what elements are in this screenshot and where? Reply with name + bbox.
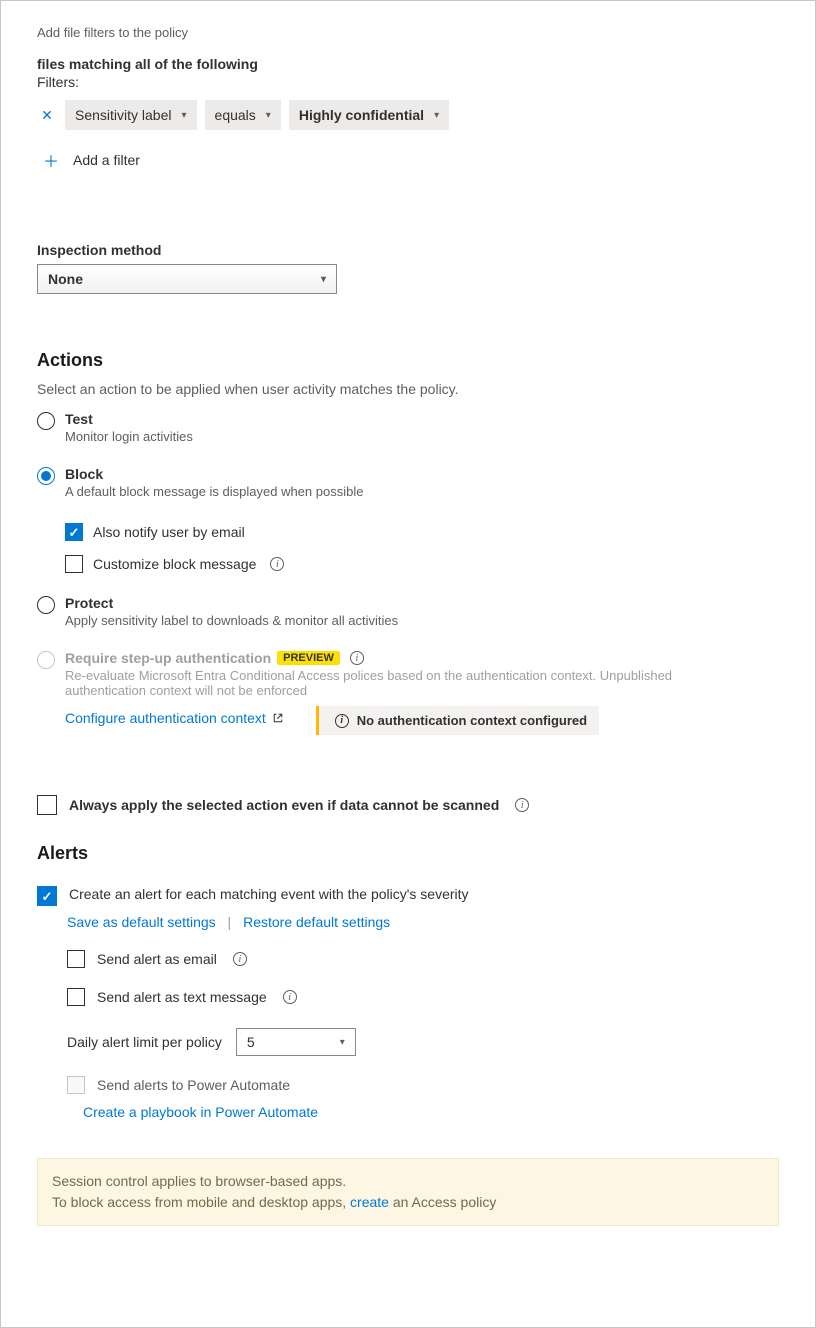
auth-context-warning: No authentication context configured [316,706,599,735]
chevron-down-icon: ▾ [321,274,326,285]
always-apply-row: Always apply the selected action even if… [37,795,779,815]
action-block-row: Block A default block message is display… [37,466,779,499]
action-test-desc: Monitor login activities [65,429,193,444]
send-text-checkbox[interactable] [67,988,85,1006]
divider: | [228,914,232,930]
filter-value-label: Highly confidential [299,107,424,123]
inspection-section: Inspection method None ▾ [37,242,779,294]
notify-email-label: Also notify user by email [93,524,245,540]
send-email-checkbox[interactable] [67,950,85,968]
alert-default-links: Save as default settings | Restore defau… [67,914,779,930]
preview-badge: PREVIEW [277,651,340,665]
notify-email-checkbox[interactable] [65,523,83,541]
actions-subtitle: Select an action to be applied when user… [37,381,779,397]
playbook-link-row: Create a playbook in Power Automate [83,1104,779,1120]
customize-message-row: Customize block message [65,555,779,573]
customize-message-label: Customize block message [93,556,256,572]
send-text-row: Send alert as text message [67,988,779,1006]
info-icon[interactable] [270,557,284,571]
alerts-heading: Alerts [37,843,779,864]
create-playbook-link[interactable]: Create a playbook in Power Automate [83,1104,318,1120]
daily-limit-select[interactable]: 5 ▾ [236,1028,356,1056]
save-default-link[interactable]: Save as default settings [67,914,216,930]
chevron-down-icon: ▾ [182,110,187,121]
external-link-icon [272,712,284,724]
filter-field-dropdown[interactable]: Sensitivity label ▾ [65,100,197,130]
action-protect-label: Protect [65,595,398,611]
remove-filter-button[interactable]: ✕ [37,105,57,125]
info-icon[interactable] [283,990,297,1004]
info-icon[interactable] [515,798,529,812]
daily-limit-label: Daily alert limit per policy [67,1034,222,1050]
daily-limit-row: Daily alert limit per policy 5 ▾ [67,1028,779,1056]
footer-create-link[interactable]: create [350,1194,389,1210]
send-email-row: Send alert as email [67,950,779,968]
configure-auth-context-text: Configure authentication context [65,710,266,726]
filters-matching: files matching all of the following [37,56,779,72]
configure-auth-context-link[interactable]: Configure authentication context [65,710,284,726]
add-filter-button[interactable]: ＋ Add a filter [41,150,779,170]
daily-limit-value: 5 [247,1034,255,1050]
filter-value-dropdown[interactable]: Highly confidential ▾ [289,100,449,130]
send-email-label: Send alert as email [97,951,217,967]
customize-message-checkbox[interactable] [65,555,83,573]
action-protect-row: Protect Apply sensitivity label to downl… [37,595,779,628]
action-block-radio[interactable] [37,467,55,485]
send-text-label: Send alert as text message [97,989,267,1005]
action-protect-radio[interactable] [37,596,55,614]
alerts-section: Alerts Create an alert for each matching… [37,843,779,1120]
actions-heading: Actions [37,350,779,371]
power-automate-checkbox[interactable] [67,1076,85,1094]
action-test-row: Test Monitor login activities [37,411,779,444]
info-icon[interactable] [233,952,247,966]
action-block-desc: A default block message is displayed whe… [65,484,363,499]
create-alert-checkbox[interactable] [37,886,57,906]
filter-operator-dropdown[interactable]: equals ▾ [205,100,281,130]
chevron-down-icon: ▾ [434,110,439,121]
filter-operator-label: equals [215,107,256,123]
power-automate-label: Send alerts to Power Automate [97,1077,290,1093]
auth-context-warning-text: No authentication context configured [357,713,587,728]
footer-line2: To block access from mobile and desktop … [52,1192,764,1213]
chevron-down-icon: ▾ [266,110,271,121]
close-icon: ✕ [41,107,53,124]
restore-default-link[interactable]: Restore default settings [243,914,390,930]
info-icon[interactable] [350,651,364,665]
action-stepup-row: Require step-up authentication PREVIEW R… [37,650,779,698]
filter-field-label: Sensitivity label [75,107,172,123]
info-icon [335,714,349,728]
inspection-method-select[interactable]: None ▾ [37,264,337,294]
action-test-radio[interactable] [37,412,55,430]
action-test-label: Test [65,411,193,427]
action-stepup-radio [37,651,55,669]
inspection-value: None [48,271,83,287]
always-apply-checkbox[interactable] [37,795,57,815]
action-protect-desc: Apply sensitivity label to downloads & m… [65,613,398,628]
actions-section: Actions Select an action to be applied w… [37,350,779,815]
chevron-down-icon: ▾ [340,1037,345,1048]
footer-text-b: an Access policy [389,1194,496,1210]
plus-icon: ＋ [43,148,59,172]
power-automate-row: Send alerts to Power Automate [67,1076,779,1094]
filters-label: Filters: [37,74,779,90]
action-block-label: Block [65,466,363,482]
create-alert-row: Create an alert for each matching event … [37,886,779,906]
create-alert-label: Create an alert for each matching event … [69,886,469,902]
filter-row: ✕ Sensitivity label ▾ equals ▾ Highly co… [37,100,779,130]
footer-banner: Session control applies to browser-based… [37,1158,779,1226]
footer-text-a: To block access from mobile and desktop … [52,1194,350,1210]
footer-line1: Session control applies to browser-based… [52,1171,764,1192]
always-apply-label: Always apply the selected action even if… [69,797,499,813]
action-stepup-label: Require step-up authentication [65,650,271,666]
notify-email-row: Also notify user by email [65,523,779,541]
filters-header: Add file filters to the policy [37,25,779,40]
inspection-label: Inspection method [37,242,779,258]
action-stepup-desc: Re-evaluate Microsoft Entra Conditional … [65,668,725,698]
add-filter-label: Add a filter [73,152,140,168]
